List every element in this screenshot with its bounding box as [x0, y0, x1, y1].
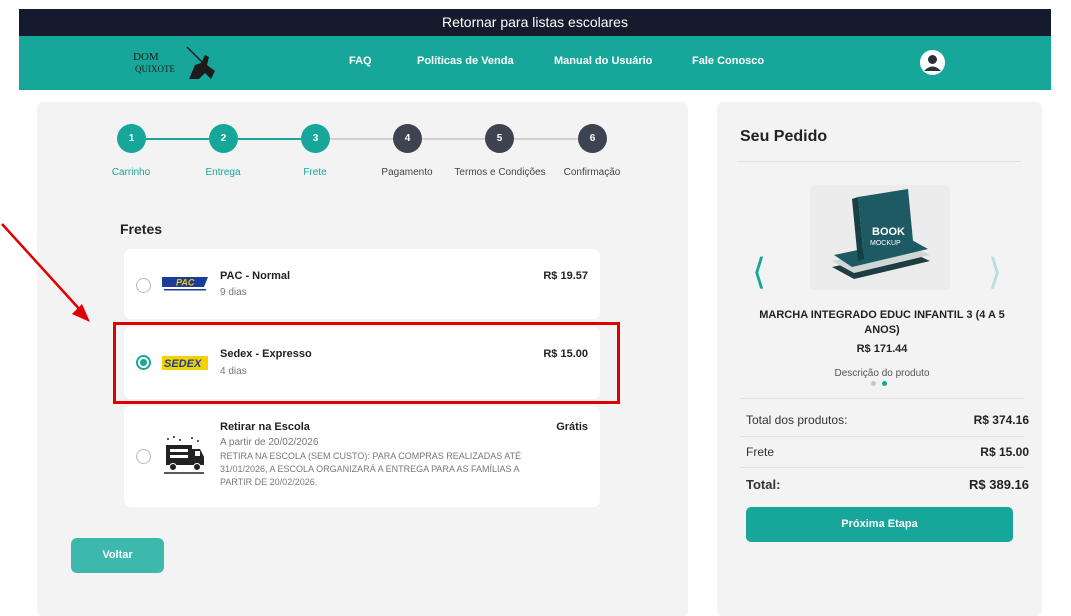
- shipping-name: Retirar na Escola: [220, 421, 310, 433]
- product-description: Descrição do produto: [834, 368, 930, 379]
- step-6-circle: 6: [578, 124, 607, 153]
- order-title: Seu Pedido: [740, 128, 828, 145]
- shipping-option-pickup[interactable]: Retirar na Escola A partir de 20/02/2026…: [124, 406, 600, 507]
- shipping-days: A partir de 20/02/2026: [220, 437, 319, 448]
- summary-total-label: Total:: [746, 477, 781, 492]
- back-button[interactable]: Voltar: [71, 538, 164, 573]
- annotation-highlight-box: [113, 322, 620, 404]
- step-5-circle: 5: [485, 124, 514, 153]
- logo-text-bottom: QUIXOTE: [135, 64, 175, 74]
- main-nav: DOM QUIXOTE FAQ Políticas de Venda Manua…: [19, 36, 1051, 90]
- divider: [740, 436, 1024, 437]
- stepper-line: [422, 138, 486, 140]
- shipping-option-pac[interactable]: PAC PAC - Normal 9 dias R$ 19.57: [124, 249, 600, 319]
- shipping-section-title: Fretes: [120, 221, 163, 237]
- nav-link-manual[interactable]: Manual do Usuário: [554, 55, 652, 67]
- user-avatar-icon[interactable]: [920, 50, 945, 75]
- delivery-truck-icon: [162, 435, 206, 475]
- step-4-label: Pagamento: [381, 167, 433, 178]
- nav-link-contato[interactable]: Fale Conosco: [692, 55, 764, 67]
- product-image[interactable]: BOOK MOCKUP: [810, 185, 950, 290]
- shipping-name: PAC - Normal: [220, 270, 291, 282]
- carousel-next-icon[interactable]: ⟩: [988, 254, 1002, 290]
- summary-shipping-label: Frete: [746, 445, 775, 459]
- stepper-line: [238, 138, 302, 140]
- step-1-label: Carrinho: [111, 167, 151, 178]
- summary-total-value: R$ 389.16: [969, 477, 1029, 492]
- step-4-circle: 4: [393, 124, 422, 153]
- summary-shipping-value: R$ 15.00: [980, 445, 1029, 459]
- shipping-price: Grátis: [556, 421, 588, 433]
- return-to-lists-bar[interactable]: Retornar para listas escolares: [19, 9, 1051, 36]
- summary-products-value: R$ 374.16: [973, 413, 1029, 427]
- stepper-line: [514, 138, 580, 140]
- step-1-circle[interactable]: 1: [117, 124, 146, 153]
- step-3-label: Frete: [303, 167, 327, 178]
- divider: [740, 398, 1024, 399]
- divider: [740, 467, 1024, 468]
- stepper-line: [138, 138, 212, 140]
- shipping-description: RETIRA NA ESCOLA (SEM CUSTO): PARA COMPR…: [220, 451, 522, 487]
- step-3-circle[interactable]: 3: [301, 124, 330, 153]
- step-2-circle[interactable]: 2: [209, 124, 238, 153]
- summary-products-label: Total dos produtos:: [746, 413, 848, 427]
- nav-link-politicas[interactable]: Políticas de Venda: [417, 55, 514, 67]
- stepper-line: [330, 138, 394, 140]
- carousel-dot-active[interactable]: [882, 381, 887, 386]
- pac-logo: PAC: [162, 276, 208, 292]
- carousel-dot[interactable]: [871, 381, 876, 386]
- shipping-days: 9 dias: [220, 287, 247, 298]
- pac-logo-text: PAC: [176, 278, 195, 288]
- step-6-label: Confirmação: [563, 167, 621, 178]
- nav-link-faq[interactable]: FAQ: [349, 55, 372, 67]
- shipping-radio-pac[interactable]: [136, 278, 151, 293]
- product-price: R$ 171.44: [856, 343, 908, 355]
- book-cover-title: BOOK: [872, 226, 905, 238]
- shipping-radio-pickup[interactable]: [136, 449, 151, 464]
- shipping-price: R$ 19.57: [543, 270, 588, 282]
- carousel-prev-icon[interactable]: ⟨: [752, 254, 766, 290]
- dom-quixote-logo[interactable]: DOM QUIXOTE: [129, 41, 225, 85]
- book-cover-subtitle: MOCKUP: [870, 240, 901, 247]
- product-name: MARCHA INTEGRADO EDUC INFANTIL 3 (4 A 5 …: [759, 309, 1005, 336]
- step-5-label: Termos e Condições: [454, 167, 546, 178]
- step-2-label: Entrega: [205, 167, 241, 178]
- divider: [737, 161, 1021, 162]
- logo-text-top: DOM: [133, 51, 159, 63]
- next-step-button[interactable]: Próxima Etapa: [746, 507, 1013, 542]
